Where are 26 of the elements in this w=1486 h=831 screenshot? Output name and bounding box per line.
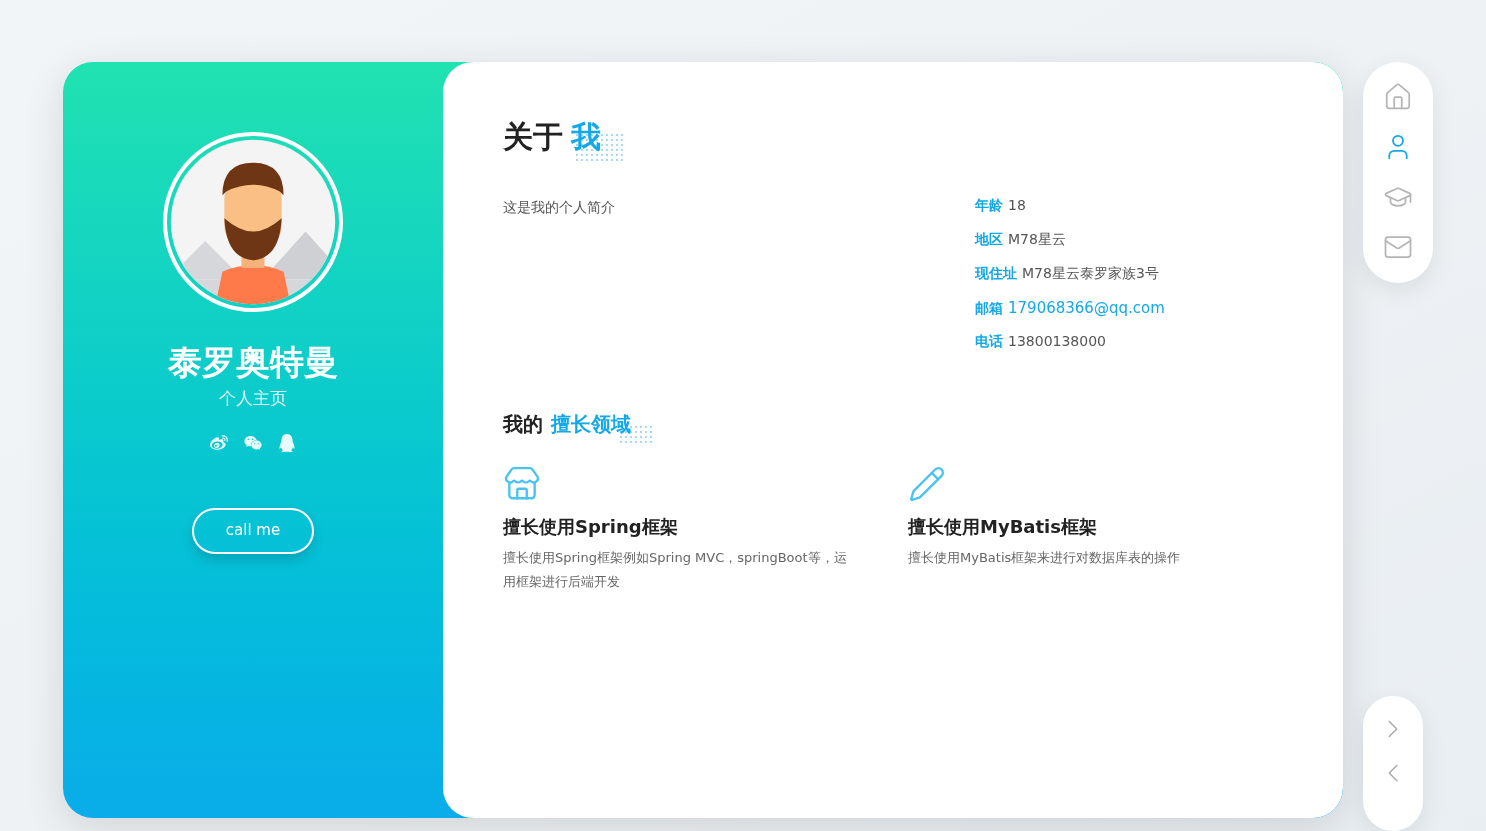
- profile-subtitle: 个人主页: [219, 387, 287, 410]
- info-label: 现住址: [975, 264, 1017, 283]
- wechat-icon[interactable]: [244, 433, 262, 452]
- weibo-icon[interactable]: [210, 433, 228, 452]
- call-me-button[interactable]: call me: [192, 507, 314, 554]
- info-value: M78星云泰罗家族3号: [1022, 264, 1159, 283]
- section-title-highlight: 擅长领域: [551, 412, 631, 436]
- section-title: 关于: [503, 118, 563, 156]
- skill-title: 擅长使用Spring框架: [503, 515, 678, 539]
- penguin-icon[interactable]: [278, 433, 296, 452]
- info-label: 电话: [975, 332, 1003, 351]
- pencil-icon: [908, 465, 946, 503]
- skill-description: 擅长使用MyBatis框架来进行对数据库表的操作: [908, 549, 1182, 567]
- email-link[interactable]: 179068366@qq.com: [1008, 297, 1165, 320]
- skill-title: 擅长使用MyBatis框架: [908, 515, 1097, 539]
- info-label: 年龄: [975, 196, 1003, 215]
- bio-text: 这是我的个人简介: [503, 199, 615, 215]
- profile-name: 泰罗奥特曼: [168, 341, 338, 384]
- section-title-highlight: 我: [571, 119, 601, 154]
- info-value: M78星云: [1008, 230, 1066, 249]
- section-title: 我的: [503, 411, 543, 438]
- info-label: 地区: [975, 230, 1003, 249]
- info-value: 18: [1008, 196, 1026, 215]
- skill-description: 擅长使用Spring框架例如Spring MVC，springBoot等，运用框架进行后端开发: [503, 549, 848, 591]
- info-value: 13800138000: [1008, 332, 1106, 351]
- info-label: 邮箱: [975, 299, 1003, 318]
